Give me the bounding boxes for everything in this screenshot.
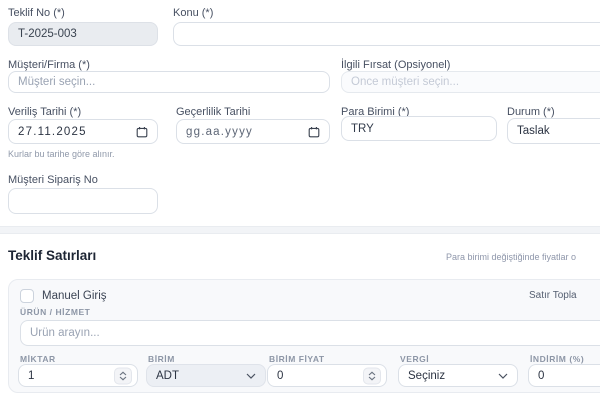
number-stepper-icon[interactable] — [114, 367, 132, 384]
gecerlilik-tarihi-label: Geçerlilik Tarihi — [176, 106, 250, 118]
indirim-value: 0 — [538, 370, 600, 382]
konu-input[interactable] — [173, 22, 600, 46]
birim-value: ADT — [156, 370, 246, 382]
birim-fiyat-value: 0 — [277, 370, 377, 382]
verilis-tarihi-value: 27.11.2025 — [18, 126, 136, 138]
line-total-label: Satır Topla — [529, 290, 577, 301]
musteri-firma-label: Müşteri/Firma (*) — [8, 59, 90, 71]
chevron-down-icon — [246, 373, 256, 379]
chevron-down-icon — [498, 373, 508, 379]
indirim-input[interactable]: 0 — [528, 364, 600, 387]
calendar-icon[interactable] — [308, 126, 320, 138]
section-divider — [0, 226, 600, 234]
durum-value: Taslak — [517, 125, 600, 137]
birim-label: BİRİM — [148, 354, 175, 364]
miktar-label: MİKTAR — [20, 354, 56, 364]
ilgili-firsat-input[interactable] — [341, 71, 600, 93]
teklif-no-input[interactable] — [8, 22, 158, 46]
gecerlilik-tarihi-input[interactable]: gg.aa.yyyy — [176, 119, 330, 144]
durum-select[interactable]: Taslak — [507, 118, 600, 144]
vergi-value: Seçiniz — [408, 370, 498, 382]
para-birimi-input[interactable] — [341, 116, 497, 141]
birim-select[interactable]: ADT — [146, 364, 266, 387]
teklif-no-label: Teklif No (*) — [8, 7, 65, 19]
exchange-rate-help-text: Kurlar bu tarihe göre alınır. — [8, 149, 115, 159]
vergi-select[interactable]: Seçiniz — [398, 364, 518, 387]
birim-fiyat-label: BİRİM FİYAT — [269, 354, 325, 364]
currency-change-note: Para birimi değiştiğinde fiyatlar o — [446, 252, 576, 262]
musteri-siparis-no-input[interactable] — [8, 188, 158, 214]
product-search-input[interactable] — [20, 320, 600, 346]
verilis-tarihi-label: Veriliş Tarihi (*) — [8, 106, 81, 118]
quote-lines-title: Teklif Satırları — [8, 248, 96, 263]
miktar-input[interactable]: 1 — [18, 364, 138, 387]
calendar-icon[interactable] — [136, 126, 148, 138]
durum-label: Durum (*) — [507, 106, 555, 118]
manual-entry-checkbox[interactable] — [20, 289, 34, 303]
miktar-value: 1 — [28, 370, 128, 382]
indirim-label: İNDİRİM (%) — [530, 354, 584, 364]
product-service-label: ÜRÜN / HİZMET — [20, 307, 90, 317]
verilis-tarihi-input[interactable]: 27.11.2025 — [8, 119, 158, 144]
quote-form-page: Teklif No (*) Konu (*) Müşteri/Firma (*)… — [0, 0, 600, 400]
vergi-label: VERGİ — [400, 354, 429, 364]
number-stepper-icon[interactable] — [363, 367, 381, 384]
manual-entry-label: Manuel Giriş — [42, 290, 107, 302]
musteri-firma-input[interactable] — [8, 71, 330, 93]
ilgili-firsat-label: İlgili Fırsat (Opsiyonel) — [341, 59, 450, 71]
musteri-siparis-no-label: Müşteri Sipariş No — [8, 174, 98, 186]
gecerlilik-tarihi-placeholder: gg.aa.yyyy — [186, 126, 308, 138]
birim-fiyat-input[interactable]: 0 — [267, 364, 387, 387]
konu-label: Konu (*) — [173, 7, 213, 19]
